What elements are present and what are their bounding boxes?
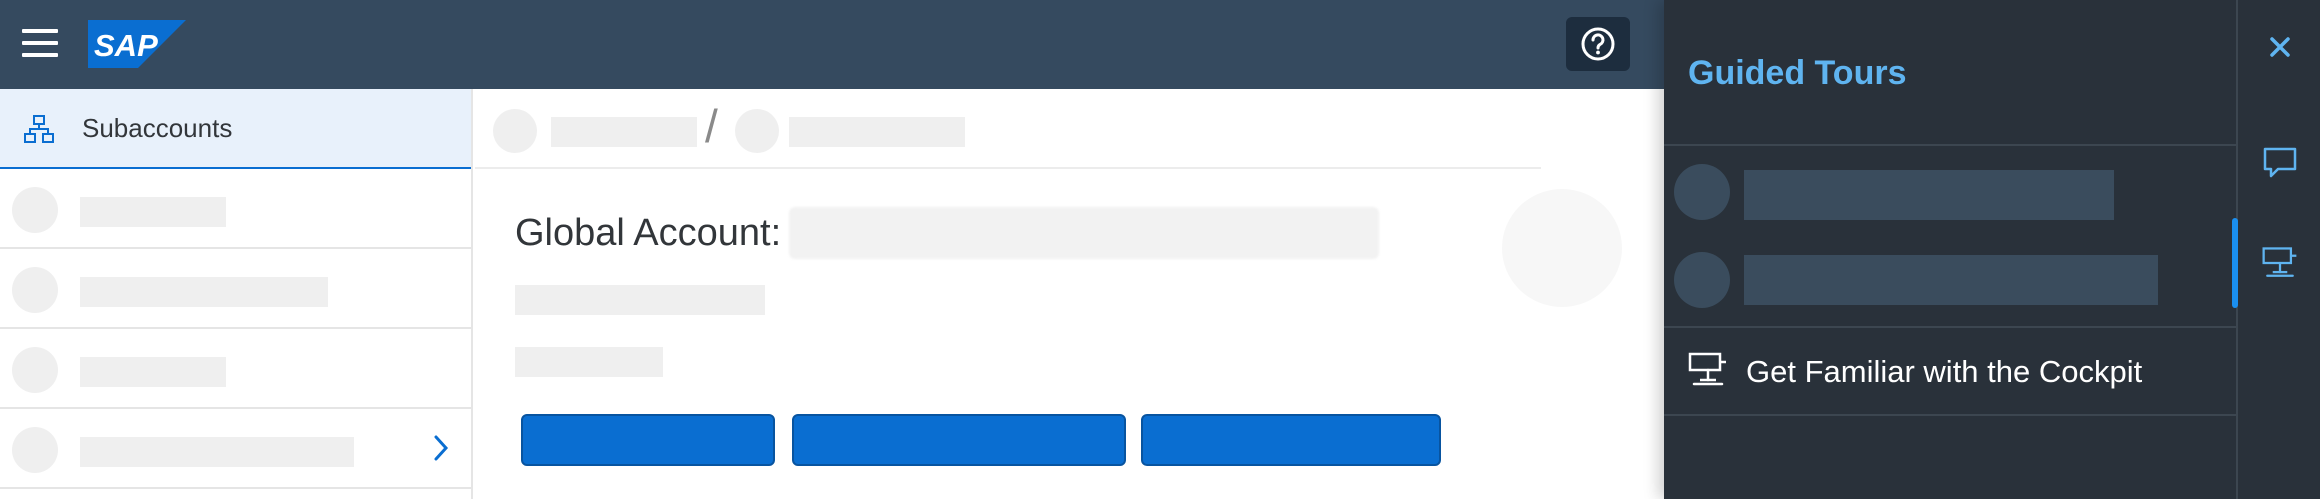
skeleton-avatar	[1674, 164, 1730, 220]
signpost-icon	[1688, 352, 1726, 386]
sidebar-item-placeholder[interactable]	[0, 409, 471, 489]
sidebar: Subaccounts	[0, 89, 473, 499]
feedback-button[interactable]	[2238, 128, 2320, 198]
skeleton-avatar	[12, 347, 58, 393]
divider	[1664, 414, 2236, 416]
shell-bar: SAP	[0, 0, 1664, 89]
breadcrumb-separator: /	[705, 100, 718, 152]
chevron-right-icon[interactable]	[431, 433, 451, 463]
app-root: SAP Subaccounts / Global Account: Guided…	[0, 0, 2320, 499]
skeleton-text	[515, 285, 765, 315]
page-title: Global Account:	[515, 207, 1380, 259]
sidebar-item-placeholder[interactable]	[0, 329, 471, 409]
sidebar-item-placeholder[interactable]	[0, 249, 471, 329]
sap-logo[interactable]: SAP	[88, 20, 186, 68]
divider	[1664, 144, 2236, 146]
skeleton-avatar	[12, 267, 58, 313]
breadcrumb-skeleton-text[interactable]	[789, 117, 965, 147]
skeleton-text	[80, 437, 354, 467]
skeleton-text	[80, 277, 328, 307]
tour-item-label: Get Familiar with the Cockpit	[1746, 354, 2143, 389]
menu-icon[interactable]	[22, 29, 58, 59]
skeleton-text	[1744, 170, 2114, 220]
tour-item-get-familiar[interactable]: Get Familiar with the Cockpit	[1664, 326, 2236, 414]
breadcrumb-skeleton-avatar	[493, 109, 537, 153]
skeleton-text	[80, 197, 226, 227]
account-avatar-placeholder	[1502, 189, 1622, 307]
help-button[interactable]	[1566, 17, 1630, 71]
sidebar-item-subaccounts[interactable]: Subaccounts	[0, 89, 471, 169]
sidebar-item-label: Subaccounts	[82, 113, 233, 143]
skeleton-text	[80, 357, 226, 387]
guided-tour-button[interactable]	[2238, 228, 2320, 298]
close-button[interactable]	[2238, 12, 2320, 82]
skeleton-text	[1744, 255, 2158, 305]
skeleton-avatar	[12, 427, 58, 473]
main-content: / Global Account:	[475, 89, 1664, 499]
skeleton-avatar	[1674, 252, 1730, 308]
logo-text: SAP	[94, 28, 158, 63]
breadcrumb-skeleton-avatar	[735, 109, 779, 153]
skeleton-avatar	[12, 187, 58, 233]
page-title-label: Global Account:	[515, 211, 782, 254]
breadcrumb-skeleton-text[interactable]	[551, 117, 697, 147]
right-rail	[2232, 0, 2320, 499]
sidebar-item-placeholder[interactable]	[0, 169, 471, 249]
help-circle-icon	[1581, 27, 1615, 61]
breadcrumb-divider	[475, 167, 1541, 169]
panel-title: Guided Tours	[1688, 54, 1907, 92]
action-button-3[interactable]	[1141, 414, 1441, 466]
feedback-icon	[2263, 147, 2297, 178]
guided-tour-icon	[2262, 247, 2297, 277]
action-button-1[interactable]	[521, 414, 775, 466]
guided-tours-panel: Guided Tours Get Familiar with the Cockp…	[1664, 0, 2236, 499]
close-icon	[2270, 37, 2290, 57]
action-button-2[interactable]	[792, 414, 1126, 466]
skeleton-text	[515, 347, 663, 377]
hierarchy-icon	[24, 115, 54, 143]
redacted-account-name	[789, 207, 1380, 259]
